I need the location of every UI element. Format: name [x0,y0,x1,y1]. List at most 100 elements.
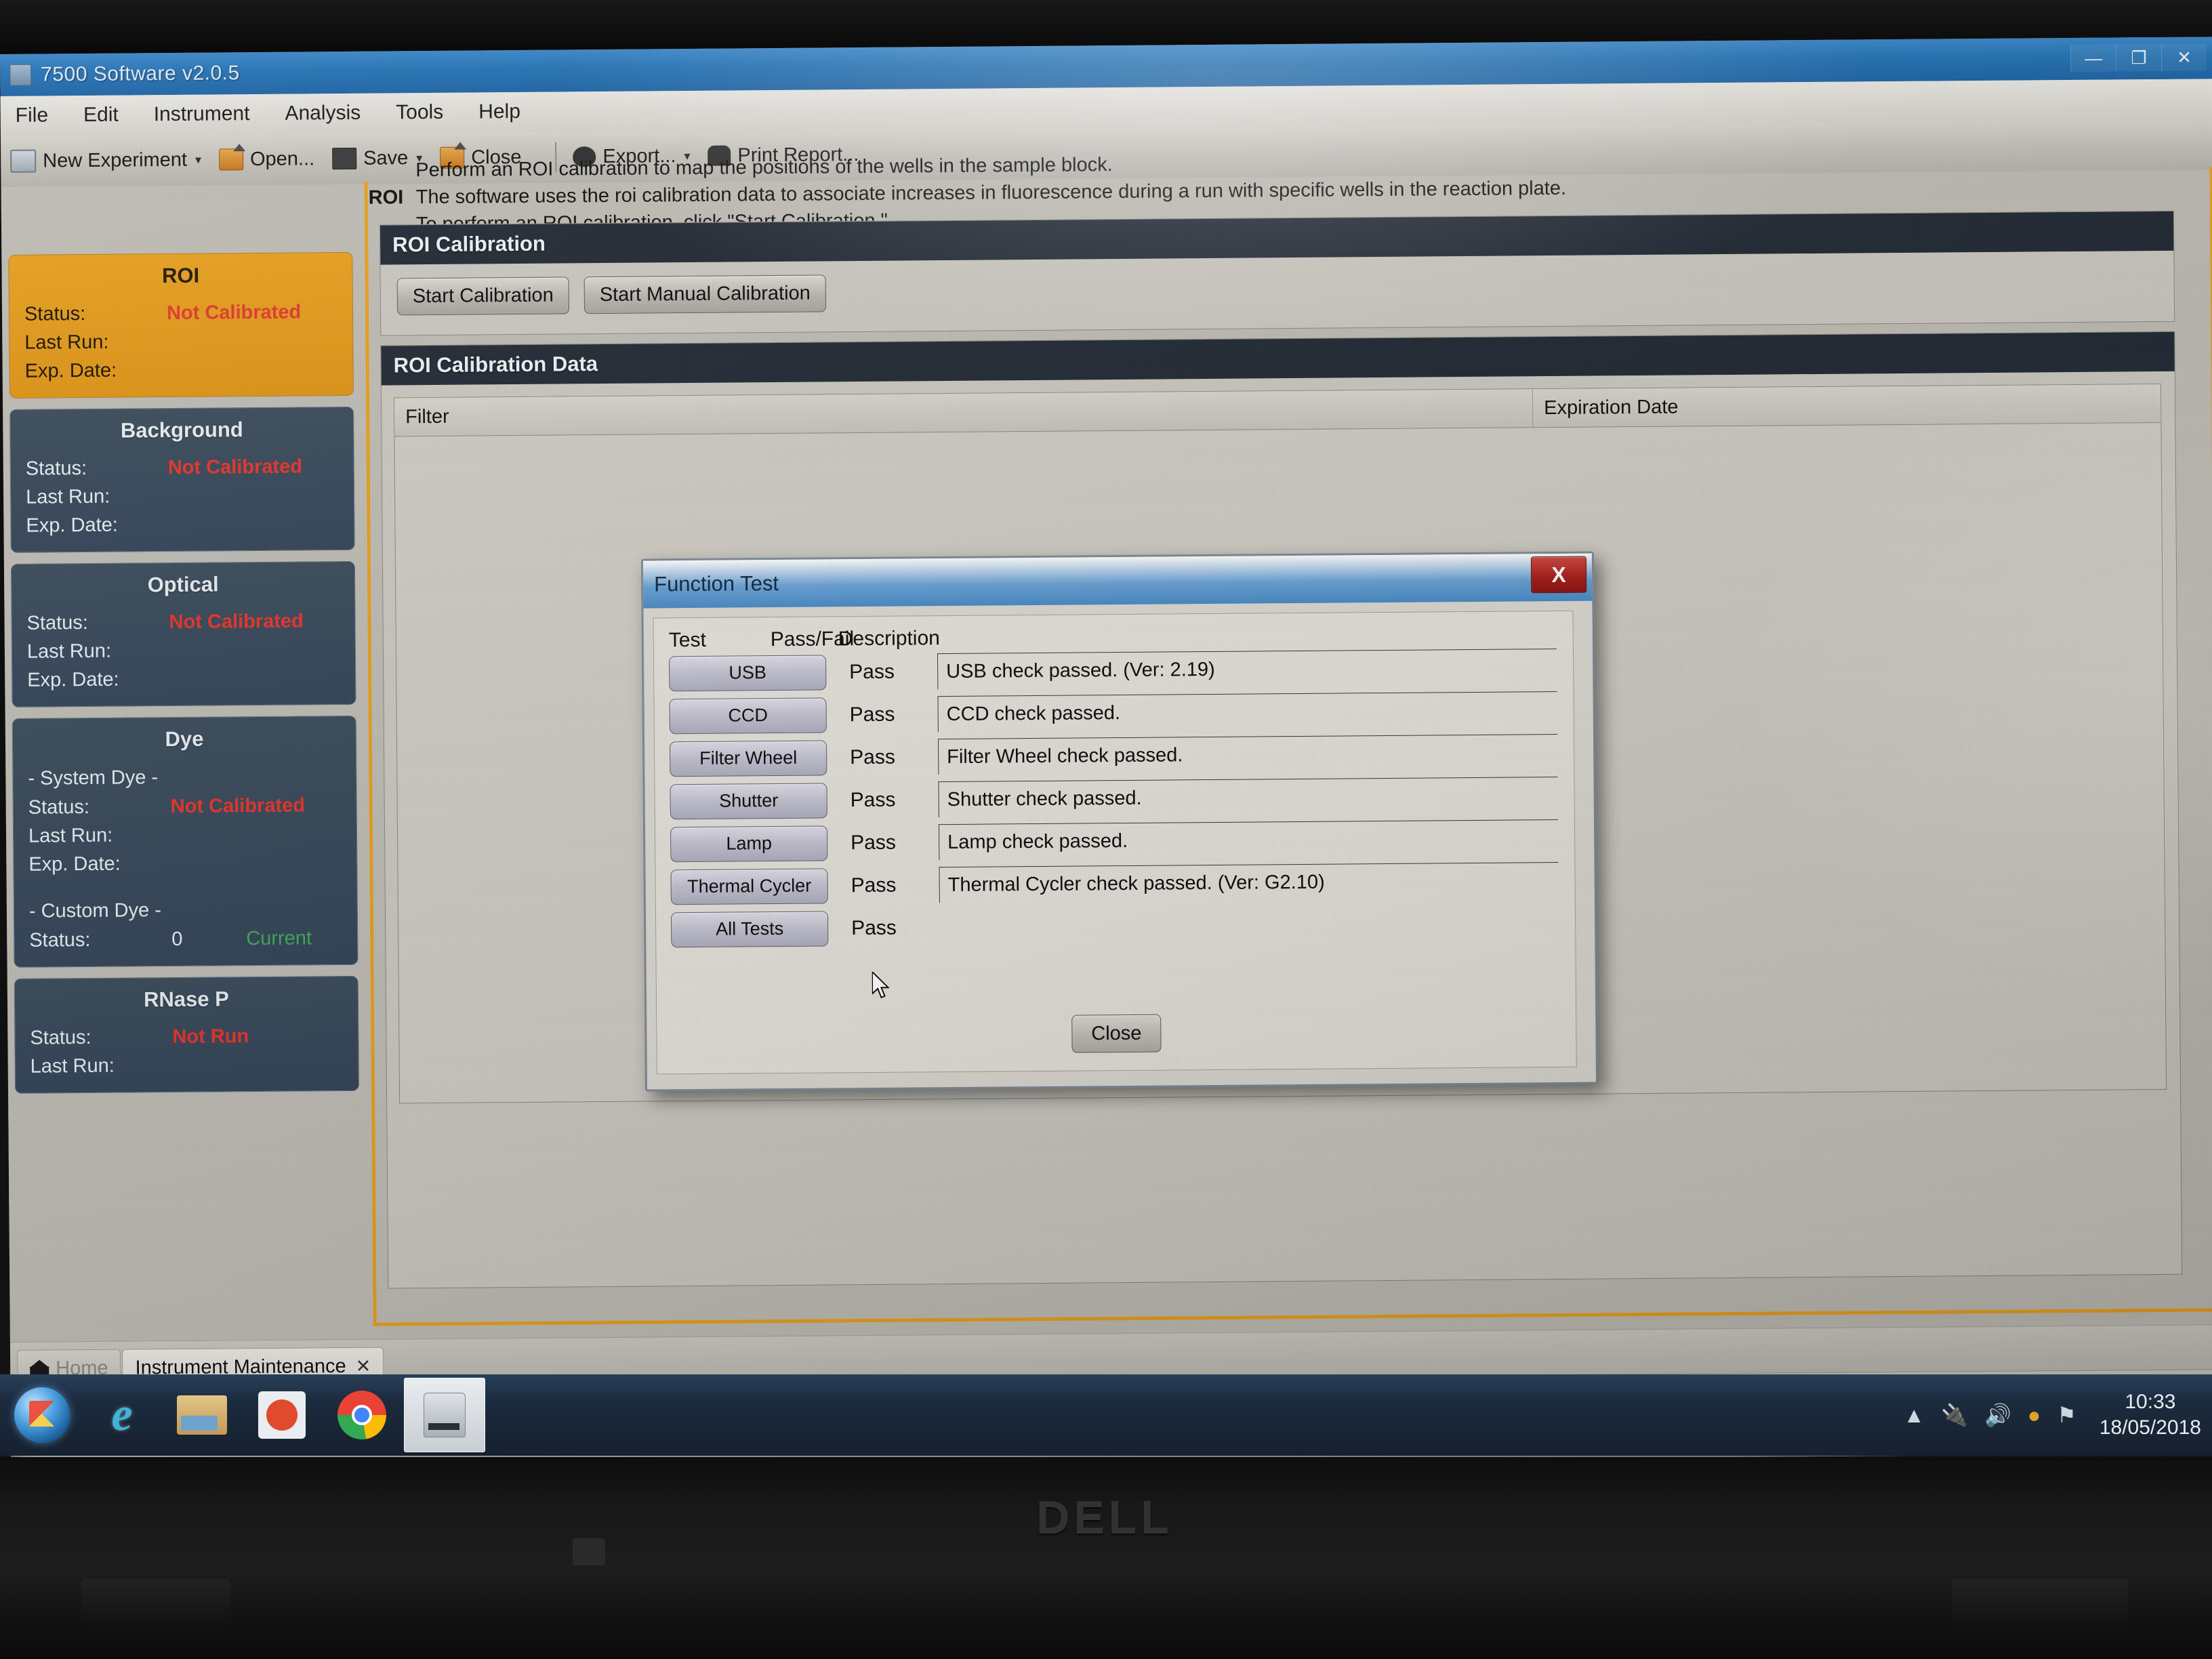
sidebar-item-dye[interactable]: Dye - System Dye - Status: Not Calibrated… [12,715,359,968]
column-header-description: Description [838,627,941,651]
test-row: Filter Wheel Pass Filter Wheel check pas… [655,731,1574,781]
trackpad-right-button[interactable] [1952,1579,2128,1626]
table-header-row: Filter Expiration Date [394,384,2161,437]
sidebar-item-roi[interactable]: ROI Status: Not Calibrated Last Run: Exp.… [8,251,354,398]
roi-expdate-label: Exp. Date: [24,359,117,382]
usb-test-button[interactable]: USB [669,654,827,691]
minimize-button[interactable]: — [2070,44,2116,73]
windows-orb-icon [14,1387,70,1443]
dye-panel-title: Dye [165,726,204,752]
column-header-filter[interactable]: Filter [394,389,1534,436]
rnasep-status-value: Not Run [172,1025,249,1048]
roi-status-label: Status: [24,303,86,325]
laptop-photo: 7500 Software v2.0.5 — ❐ ✕ File Edit Ins… [0,0,2212,1659]
column-header-pass-fail: Pass/Fail [770,628,855,651]
open-label: Open... [249,147,315,170]
windows-explorer-icon [177,1395,227,1435]
power-icon[interactable]: 🔌 [1941,1402,1968,1428]
thermal-cycler-test-description: Thermal Cycler check passed. (Ver: G2.10… [939,861,1559,903]
dialog-close-button[interactable]: Close [1071,1014,1162,1053]
test-row: Thermal Cycler Pass Thermal Cycler check… [655,859,1574,909]
internet-explorer-icon: e [111,1389,133,1441]
taskbar-internet-explorer[interactable]: e [84,1380,160,1450]
test-row: All Tests Pass [656,901,1575,951]
menu-tools[interactable]: Tools [392,98,447,127]
restore-button[interactable]: ❐ [2115,43,2162,72]
start-calibration-button[interactable]: Start Calibration [396,276,569,316]
menu-edit[interactable]: Edit [79,101,123,129]
windows-taskbar: e ▲ 🔌 🔊 ● ⚑ 10:33 18/05/2018 [0,1374,2212,1456]
menu-help[interactable]: Help [474,98,525,127]
chevron-down-icon[interactable]: ▾ [195,152,201,167]
open-button[interactable]: Open... [218,147,315,171]
dye-panel-spacer [14,876,357,897]
new-experiment-icon [10,149,37,173]
shutter-test-result: Pass [850,788,896,811]
custom-dye-label: - Custom Dye - [28,899,162,922]
optical-status-value: Not Calibrated [169,610,304,634]
shutter-test-button[interactable]: Shutter [670,782,827,819]
taskbar-chrome[interactable] [324,1380,400,1450]
rnasep-panel-title: RNase P [143,987,229,1012]
menu-file[interactable]: File [12,101,53,129]
ccd-test-result: Pass [849,703,895,726]
filter-wheel-test-button[interactable]: Filter Wheel [669,739,827,777]
mouse-cursor [872,971,890,999]
optical-status-label: Status: [26,612,89,634]
function-test-body: Test Pass/Fail Description USB Pass USB … [653,610,1577,1075]
start-manual-calibration-button[interactable]: Start Manual Calibration [583,274,827,314]
dye-lastrun-label: Last Run: [28,824,113,847]
lamp-test-button[interactable]: Lamp [670,825,828,862]
background-panel-title: Background [120,417,243,443]
lamp-test-result: Pass [851,831,897,854]
show-hidden-icons-icon[interactable]: ▲ [1903,1403,1925,1428]
taskbar-media-player[interactable] [244,1380,320,1450]
sidebar-item-background[interactable]: Background Status: Not Calibrated Last Ru… [9,406,355,553]
clock-time: 10:33 [2125,1391,2176,1413]
window-controls: — ❐ ✕ [2070,42,2207,73]
sidebar-item-rnase-p[interactable]: RNase P Status: Not Run Last Run: [14,975,360,1094]
windows-media-player-icon [258,1391,306,1439]
bezel-nub [573,1538,605,1565]
new-experiment-button[interactable]: New Experiment ▾ [10,148,201,173]
thermal-cycler-test-button[interactable]: Thermal Cycler [670,867,828,905]
filter-wheel-test-result: Pass [850,745,896,769]
trackpad-left-button[interactable] [81,1579,230,1626]
all-tests-button[interactable]: All Tests [670,910,829,947]
column-header-test: Test [668,628,706,652]
background-lastrun-label: Last Run: [26,485,110,508]
roi-lastrun-label: Last Run: [24,331,109,354]
network-flag-icon[interactable]: ⚑ [2057,1402,2076,1428]
background-status-value: Not Calibrated [167,455,303,479]
taskbar-clock[interactable]: 10:33 18/05/2018 [2100,1389,2201,1441]
menu-analysis[interactable]: Analysis [281,99,365,128]
column-header-expiration-date[interactable]: Expiration Date [1533,384,2156,427]
optical-panel-title: Optical [147,572,219,597]
sidebar-item-optical[interactable]: Optical Status: Not Calibrated Last Run: … [10,560,356,708]
filter-wheel-test-description: Filter Wheel check passed. [937,733,1558,775]
7500-software-icon [424,1393,466,1437]
dye-status-value: Not Calibrated [170,794,306,818]
open-folder-icon [218,148,244,171]
roi-instructions-tag: ROI [368,186,404,209]
close-icon[interactable]: ✕ [356,1355,371,1376]
test-row: USB Pass USB check passed. (Ver: 2.19) [654,645,1573,695]
all-tests-result: Pass [851,916,897,939]
taskbar-windows-explorer[interactable] [164,1380,240,1450]
ccd-test-button[interactable]: CCD [669,697,827,734]
roi-calibration-section: ROI Calibration Start Calibration Start … [379,210,2175,336]
optical-expdate-label: Exp. Date: [27,668,119,691]
roi-status-value: Not Calibrated [166,301,302,325]
dialog-close-icon[interactable]: X [1530,556,1587,594]
dell-logo: DELL [1036,1492,1173,1544]
calibration-sidebar: ROI Status: Not Calibrated Last Run: Exp.… [8,251,367,1393]
close-window-button[interactable]: ✕ [2160,43,2207,71]
menu-instrument[interactable]: Instrument [150,100,254,129]
volume-icon[interactable]: 🔊 [1984,1402,2011,1428]
function-test-dialog: Function Test X Test Pass/Fail Descripti… [640,551,1599,1092]
start-button[interactable] [4,1380,80,1450]
action-center-icon[interactable]: ● [2028,1403,2041,1428]
taskbar-7500-software[interactable] [404,1378,485,1452]
dye-status-label: Status: [28,796,90,819]
custom-dye-status-label: Status: [29,928,91,951]
